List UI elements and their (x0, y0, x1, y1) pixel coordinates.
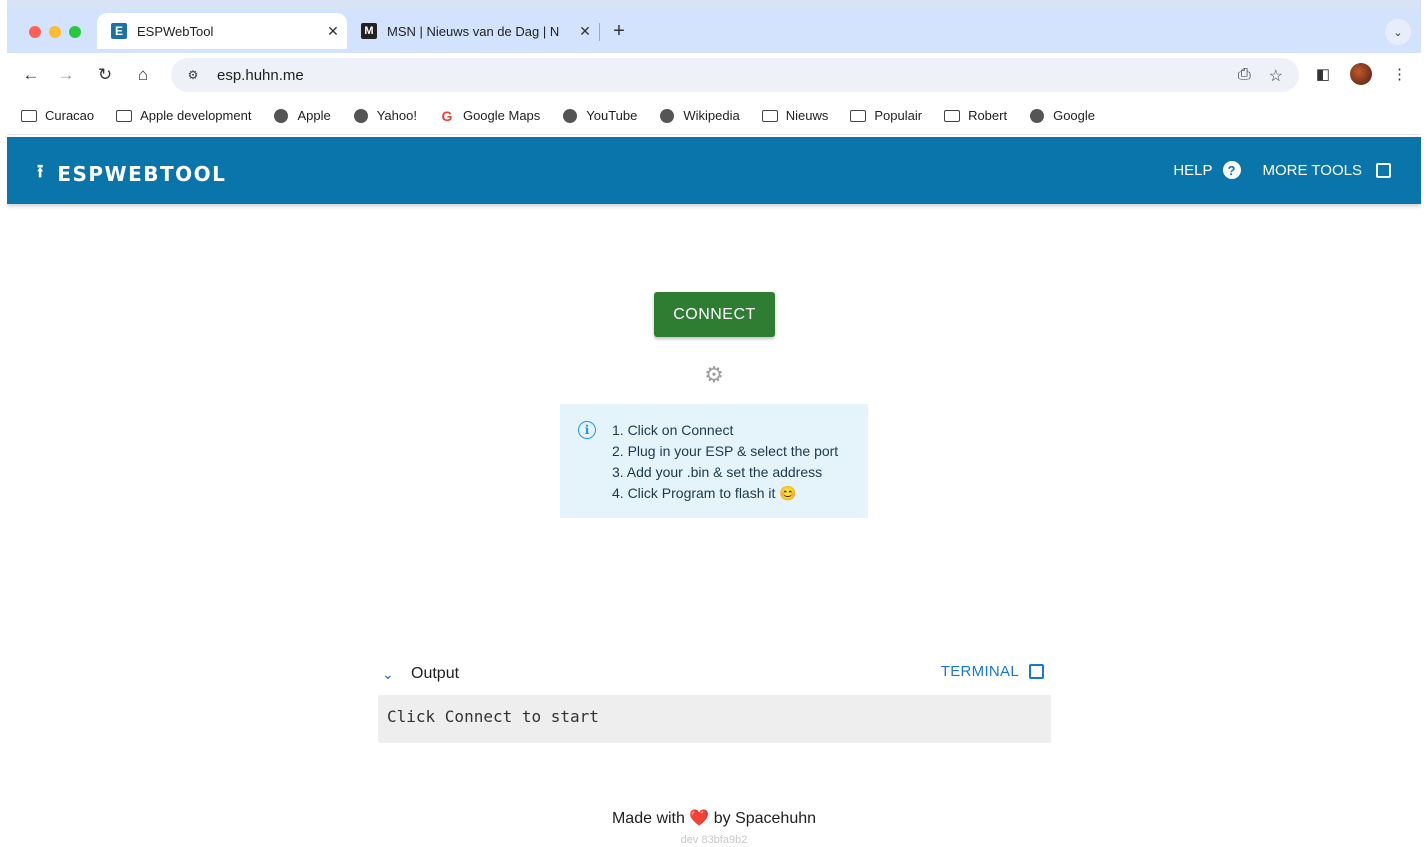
step-item: 4. Click Program to flash it 😊 (612, 485, 797, 501)
reload-icon[interactable]: ↻ (93, 63, 117, 87)
bookmark-label: Robert (968, 108, 1008, 123)
folder-icon (850, 109, 867, 123)
tab-bar: E ESPWebTool ✕ M MSN | Nieuws van de Dag… (7, 9, 1421, 53)
close-window-button[interactable] (29, 26, 41, 38)
menu-dots-icon[interactable]: ⋮ (1392, 65, 1407, 83)
more-tools-link[interactable]: MORE TOOLS (1263, 162, 1362, 179)
browser-toolbar: ← → ↻ ⌂ ⚙ esp.huhn.me ⎙ ☆ ◧ ⋮ (7, 53, 1421, 97)
forward-arrow-icon[interactable]: → (54, 63, 78, 87)
footer-prefix: Made with (611, 810, 685, 827)
side-panel-icon[interactable]: ◧ (1316, 65, 1330, 83)
tab-msn[interactable]: M MSN | Nieuws van de Dag | N ✕ (349, 13, 599, 49)
tab-title: ESPWebTool (137, 23, 214, 39)
tab-search-chevron-icon[interactable]: ⌄ (1385, 19, 1411, 45)
bookmark-label: Apple development (140, 108, 252, 123)
bookmark-label: YouTube (586, 108, 638, 123)
globe-icon (562, 108, 578, 123)
tab-separator (599, 23, 600, 41)
top-strip (7, 0, 1421, 9)
install-app-icon[interactable]: ⎙ (1238, 66, 1251, 86)
output-console: Click Connect to start (378, 695, 1051, 743)
settings-gear-icon[interactable]: ⚙ (703, 364, 725, 386)
maximize-window-button[interactable] (69, 26, 81, 38)
google-icon: G (441, 107, 453, 124)
bookmark-item[interactable]: Apple development (116, 108, 251, 123)
tab-espwebtool[interactable]: E ESPWebTool ✕ (97, 13, 347, 49)
bookmark-label: Populair (874, 108, 923, 123)
bookmark-label: Nieuws (785, 108, 829, 123)
globe-icon (659, 108, 675, 123)
output-label[interactable]: Output (411, 665, 459, 683)
bookmark-label: Google Maps (462, 108, 541, 123)
site-info-icon[interactable]: ⚙ (181, 68, 205, 82)
app-header: ⭱ ESPWEBTOOL HELP ? MORE TOOLS (7, 137, 1421, 204)
bookmark-item[interactable]: Robert (944, 108, 1007, 123)
external-link-icon (1029, 664, 1044, 679)
globe-icon (1029, 108, 1045, 123)
folder-icon (761, 109, 778, 123)
bookmark-label: Yahoo! (376, 108, 417, 123)
bookmark-label: Wikipedia (683, 108, 740, 123)
bookmark-item[interactable]: Yahoo! (353, 108, 417, 123)
bookmark-item[interactable]: Apple (273, 108, 331, 123)
folder-icon (21, 109, 37, 123)
step-item: 1. Click on Connect (612, 422, 734, 438)
espwebtool-favicon-icon: E (111, 23, 127, 39)
url-text[interactable]: esp.huhn.me (217, 67, 304, 84)
bookmark-label: Apple (297, 108, 331, 123)
bookmark-item[interactable]: Populair (850, 108, 922, 123)
output-header: ⌄ Output TERMINAL (378, 660, 1050, 690)
folder-icon (116, 109, 133, 123)
back-arrow-icon[interactable]: ← (19, 63, 43, 87)
bookmark-item[interactable]: Curacao (21, 108, 94, 123)
external-link-icon[interactable] (1376, 162, 1391, 178)
upload-arrow-icon: ⭱ (37, 161, 44, 181)
bookmark-item[interactable]: Wikipedia (659, 108, 740, 123)
close-tab-icon[interactable]: ✕ (319, 23, 347, 40)
address-bar[interactable]: ⚙ esp.huhn.me ⎙ ☆ (171, 58, 1299, 92)
bookmark-item[interactable]: Google (1029, 108, 1095, 123)
info-icon: i (578, 421, 596, 439)
profile-avatar[interactable] (1350, 63, 1372, 85)
logo-text: ESPWEBTOOL (57, 162, 227, 186)
heart-icon: ❤️ (689, 810, 710, 827)
bookmark-label: Curacao (45, 108, 95, 123)
step-item: 2. Plug in your ESP & select the port (612, 443, 839, 459)
msn-favicon-icon: M (361, 23, 377, 39)
globe-icon (273, 108, 289, 123)
bookmark-star-icon[interactable]: ☆ (1269, 66, 1283, 86)
connect-button[interactable]: CONNECT (654, 292, 775, 337)
help-icon[interactable]: ? (1222, 161, 1241, 179)
footer-suffix[interactable]: by Spacehuhn (714, 810, 816, 827)
chevron-down-icon[interactable]: ⌄ (382, 666, 394, 683)
step-item: 3. Add your .bin & set the address (612, 464, 823, 480)
folder-icon (944, 109, 961, 123)
footer: Made with ❤️ by Spacehuhn (7, 808, 1421, 828)
minimize-window-button[interactable] (49, 26, 61, 38)
bookmark-item[interactable]: YouTube (562, 108, 637, 123)
bookmark-label: Google (1053, 108, 1096, 123)
help-link[interactable]: HELP (1173, 162, 1212, 179)
instruction-steps: 1. Click on Connect 2. Plug in your ESP … (612, 420, 838, 518)
version-label: dev 83bfa9b2 (680, 834, 748, 846)
browser-window: E ESPWebTool ✕ M MSN | Nieuws van de Dag… (7, 0, 1421, 847)
close-tab-icon[interactable]: ✕ (571, 23, 599, 40)
terminal-label: TERMINAL (940, 663, 1019, 680)
globe-icon (353, 108, 369, 123)
bookmarks-bar: Curacao Apple development Apple Yahoo! G… (7, 97, 1421, 135)
terminal-link[interactable]: TERMINAL (941, 663, 1044, 680)
home-icon[interactable]: ⌂ (131, 63, 155, 87)
instructions-box: i 1. Click on Connect 2. Plug in your ES… (560, 404, 868, 518)
app-logo[interactable]: ⭱ ESPWEBTOOL (37, 159, 226, 189)
bookmark-item[interactable]: Nieuws (761, 108, 829, 123)
new-tab-icon[interactable]: + (607, 19, 631, 43)
tab-title: MSN | Nieuws van de Dag | N (387, 23, 560, 39)
bookmark-item[interactable]: G Google Maps (439, 107, 541, 124)
